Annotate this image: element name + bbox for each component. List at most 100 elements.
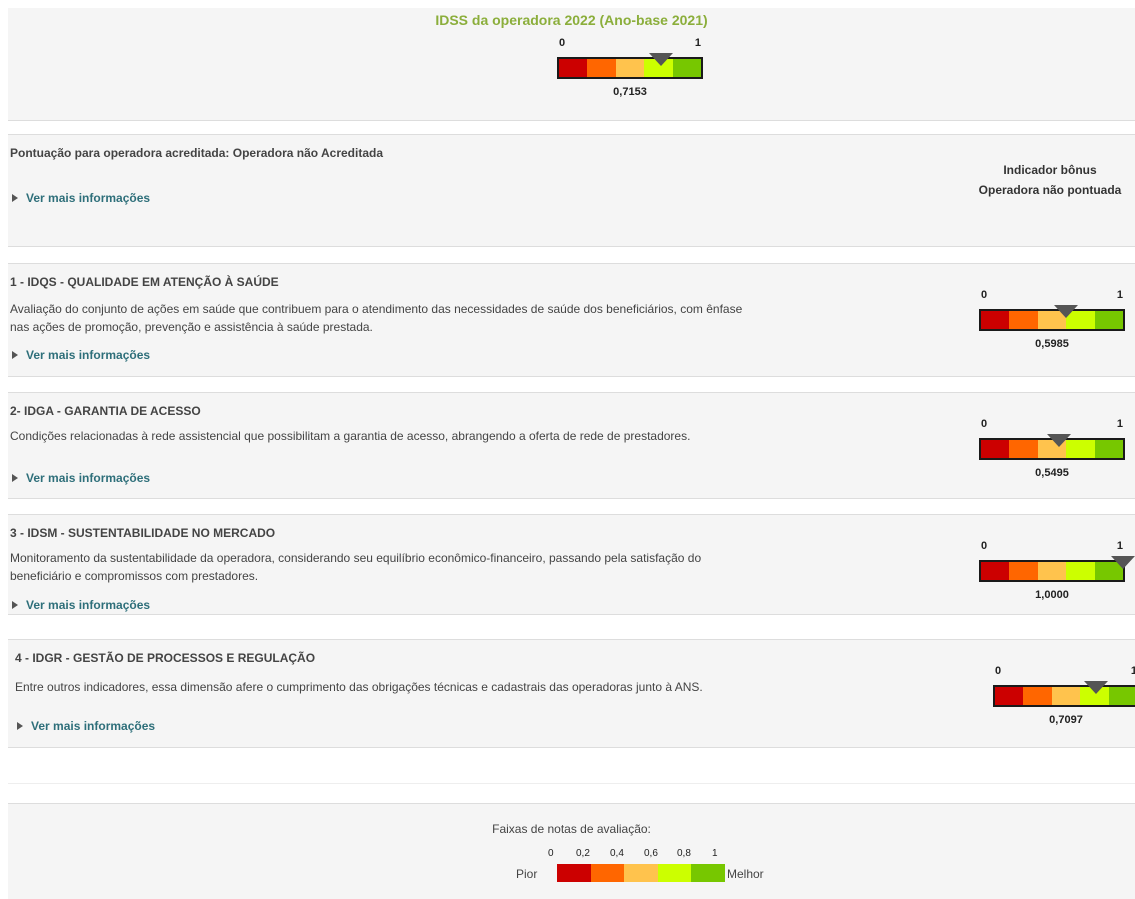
bonus-status: Operadora não pontuada	[978, 183, 1122, 197]
idqs-gauge: 0 1 0,5985	[979, 289, 1125, 353]
dimension-title: 2- IDGA - GARANTIA DE ACESSO	[10, 404, 201, 418]
dimension-title: 4 - IDGR - GESTÃO DE PROCESSOS E REGULAÇ…	[15, 651, 316, 665]
gauge-bar	[979, 309, 1125, 331]
idgr-gauge: 0 1 0,7097	[993, 665, 1135, 729]
gauge-max-label: 1	[1130, 665, 1135, 677]
more-link-label: Ver mais informações	[26, 598, 151, 612]
bonus-indicator: Indicador bônus Operadora não pontuada	[965, 160, 1135, 200]
gauge-marker-icon	[1047, 434, 1072, 447]
idsm-more-link[interactable]: Ver mais informações	[12, 598, 150, 612]
description-line: Condições relacionadas à rede assistenci…	[10, 429, 691, 443]
legend-tick: 0,8	[677, 848, 691, 859]
gauge-band-5	[672, 59, 702, 77]
gauge-band-4	[1066, 562, 1095, 580]
gauge-band-3	[615, 59, 645, 77]
dimension-idsm: 3 - IDSM - SUSTENTABILIDADE NO MERCADO M…	[8, 514, 1135, 615]
idga-more-link[interactable]: Ver mais informações	[12, 471, 150, 485]
dimension-title: 3 - IDSM - SUSTENTABILIDADE NO MERCADO	[10, 526, 276, 540]
expand-arrow-icon	[12, 351, 18, 359]
gauge-band-5	[1094, 440, 1124, 458]
more-link-label: Ver mais informações	[26, 348, 151, 362]
gauge-marker-icon	[1111, 556, 1135, 569]
spacer-divider	[8, 783, 1135, 784]
more-link-label: Ver mais informações	[31, 719, 156, 733]
legend-ticks: 0 0,2 0,4 0,6 0,8 1	[544, 848, 729, 860]
legend-band-5	[691, 864, 725, 882]
dimension-description: Avaliação do conjunto de ações em saúde …	[10, 300, 830, 336]
gauge-band-2	[587, 59, 616, 77]
gauge-band-1	[995, 687, 1024, 705]
gauge-bar	[993, 685, 1135, 707]
legend-band-4	[657, 864, 692, 882]
idss-summary-panel: IDSS da operadora 2022 (Ano-base 2021) 0…	[8, 8, 1135, 121]
gauge-band-1	[981, 311, 1010, 329]
gauge-value: 0,7153	[613, 86, 647, 98]
accreditation-text: Pontuação para operadora acreditada: Ope…	[10, 146, 383, 160]
gauge-min-label: 0	[559, 37, 566, 49]
gauge-value: 0,5495	[1035, 467, 1069, 479]
gauge-band-2	[1023, 687, 1052, 705]
gauge-band-1	[559, 59, 588, 77]
description-line: nas ações de promoção, prevenção e assis…	[10, 320, 373, 334]
gauge-marker-icon	[648, 53, 673, 66]
gauge-band-5	[1108, 687, 1135, 705]
legend-scale: Pior Melhor	[8, 864, 1135, 882]
gauge-band-3	[1051, 687, 1081, 705]
dimension-title: 1 - IDQS - QUALIDADE EM ATENÇÃO À SAÚDE	[10, 275, 279, 289]
gauge-band-2	[1009, 440, 1038, 458]
idga-gauge: 0 1 0,5495	[979, 418, 1125, 482]
gauge-max-label: 1	[1116, 540, 1123, 552]
description-line: Avaliação do conjunto de ações em saúde …	[10, 302, 743, 316]
description-line: Entre outros indicadores, essa dimensão …	[15, 680, 703, 694]
legend-band-1	[557, 864, 591, 882]
legend-tick: 0,6	[644, 848, 658, 859]
gauge-min-label: 0	[981, 418, 988, 430]
dimension-description: Entre outros indicadores, essa dimensão …	[15, 678, 835, 696]
gauge-marker-icon	[1083, 681, 1108, 694]
accreditation-panel: Pontuação para operadora acreditada: Ope…	[8, 134, 1135, 247]
overall-gauge: 0 1 0,7153	[557, 37, 703, 101]
more-link-label: Ver mais informações	[26, 191, 151, 205]
expand-arrow-icon	[12, 601, 18, 609]
gauge-band-3	[1037, 562, 1067, 580]
gauge-bar	[557, 57, 703, 79]
legend-tick: 0,2	[576, 848, 590, 859]
legend-tick: 1	[712, 848, 718, 859]
legend-best-label: Melhor	[727, 867, 764, 881]
expand-arrow-icon	[17, 722, 23, 730]
expand-arrow-icon	[12, 474, 18, 482]
gauge-bar	[979, 560, 1125, 582]
gauge-min-label: 0	[981, 289, 988, 301]
gauge-band-1	[981, 562, 1010, 580]
accreditation-more-link[interactable]: Ver mais informações	[12, 191, 150, 205]
page-title: IDSS da operadora 2022 (Ano-base 2021)	[435, 12, 708, 28]
gauge-min-label: 0	[981, 540, 988, 552]
bonus-title: Indicador bônus	[1003, 163, 1097, 177]
idgr-more-link[interactable]: Ver mais informações	[17, 719, 155, 733]
legend-band-3	[624, 864, 658, 882]
gauge-value: 0,5985	[1035, 338, 1069, 350]
gauge-value: 0,7097	[1049, 714, 1083, 726]
gauge-marker-icon	[1053, 305, 1078, 318]
gauge-band-2	[1009, 562, 1038, 580]
legend-band-2	[590, 864, 625, 882]
gauge-value: 1,0000	[1035, 589, 1069, 601]
idqs-more-link[interactable]: Ver mais informações	[12, 348, 150, 362]
dimension-description: Monitoramento da sustentabilidade da ope…	[10, 549, 830, 585]
more-link-label: Ver mais informações	[26, 471, 151, 485]
legend-color-bar	[557, 864, 725, 882]
dimension-idqs: 1 - IDQS - QUALIDADE EM ATENÇÃO À SAÚDE …	[8, 263, 1135, 377]
dimension-idgr: 4 - IDGR - GESTÃO DE PROCESSOS E REGULAÇ…	[8, 639, 1135, 748]
idsm-gauge: 0 1 1,0000	[979, 540, 1135, 604]
gauge-band-1	[981, 440, 1010, 458]
gauge-max-label: 1	[694, 37, 701, 49]
gauge-max-label: 1	[1116, 418, 1123, 430]
rating-legend: Faixas de notas de avaliação: 0 0,2 0,4 …	[8, 803, 1135, 899]
description-line: beneficiário e compromissos com prestado…	[10, 569, 259, 583]
legend-tick: 0	[548, 848, 554, 859]
expand-arrow-icon	[12, 194, 18, 202]
gauge-max-label: 1	[1116, 289, 1123, 301]
legend-worst-label: Pior	[516, 867, 538, 881]
gauge-min-label: 0	[995, 665, 1002, 677]
description-line: Monitoramento da sustentabilidade da ope…	[10, 551, 702, 565]
